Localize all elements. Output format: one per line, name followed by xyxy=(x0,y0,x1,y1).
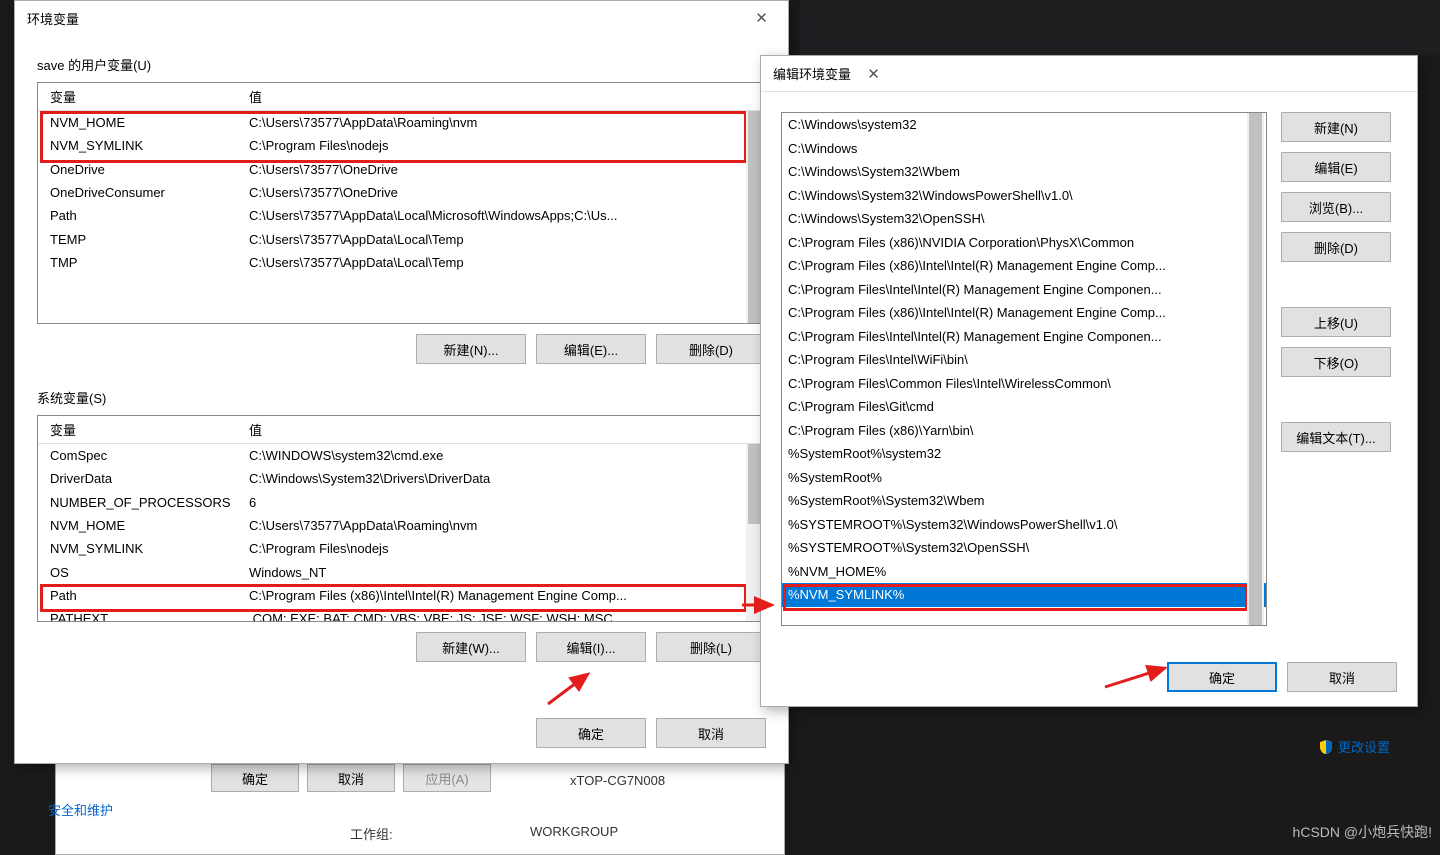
sys-delete-button[interactable]: 删除(L) xyxy=(656,632,766,662)
table-row[interactable]: OSWindows_NT xyxy=(38,560,765,583)
path-entries-list[interactable]: C:\Windows\system32C:\WindowsC:\Windows\… xyxy=(781,112,1267,626)
under-apply-button: 应用(A) xyxy=(403,764,491,792)
list-item[interactable]: C:\Windows\System32\Wbem xyxy=(782,160,1266,184)
column-header-value[interactable]: 值 xyxy=(249,87,765,106)
list-item[interactable]: %NVM_SYMLINK% xyxy=(782,583,1266,607)
system-vars-table[interactable]: 变量 值 ComSpecC:\WINDOWS\system32\cmd.exeD… xyxy=(37,415,766,622)
table-row[interactable]: TEMPC:\Users\73577\AppData\Local\Temp xyxy=(38,227,765,250)
shield-icon xyxy=(1318,739,1334,755)
env-ok-button[interactable]: 确定 xyxy=(536,718,646,748)
security-link-partial: 安全和维护 xyxy=(48,800,113,819)
user-vars-label: save 的用户变量(U) xyxy=(37,55,766,74)
underlying-system-properties: 确定 取消 应用(A) xyxy=(55,755,785,855)
list-item[interactable]: C:\Program Files\Common Files\Intel\Wire… xyxy=(782,372,1266,396)
table-row[interactable]: ComSpecC:\WINDOWS\system32\cmd.exe xyxy=(38,444,765,467)
list-item[interactable]: %SystemRoot% xyxy=(782,466,1266,490)
list-item[interactable]: %SystemRoot%\system32 xyxy=(782,442,1266,466)
path-move-up-button[interactable]: 上移(U) xyxy=(1281,307,1391,337)
table-row[interactable]: NVM_SYMLINKC:\Program Files\nodejs xyxy=(38,134,765,157)
environment-variables-dialog: 环境变量 ✕ save 的用户变量(U) 变量 值 NVM_HOMEC:\Use… xyxy=(14,0,789,764)
table-row[interactable]: OneDriveC:\Users\73577\OneDrive xyxy=(38,158,765,181)
table-row[interactable]: DriverDataC:\Windows\System32\Drivers\Dr… xyxy=(38,467,765,490)
table-row[interactable]: NVM_SYMLINKC:\Program Files\nodejs xyxy=(38,537,765,560)
list-item[interactable]: %SYSTEMROOT%\System32\OpenSSH\ xyxy=(782,536,1266,560)
user-vars-table[interactable]: 变量 值 NVM_HOMEC:\Users\73577\AppData\Roam… xyxy=(37,82,766,324)
list-item[interactable]: C:\Windows\System32\OpenSSH\ xyxy=(782,207,1266,231)
table-row[interactable]: TMPC:\Users\73577\AppData\Local\Temp xyxy=(38,251,765,274)
list-item[interactable]: C:\Windows\System32\WindowsPowerShell\v1… xyxy=(782,184,1266,208)
close-icon[interactable]: ✕ xyxy=(739,3,784,33)
list-item[interactable]: C:\Windows xyxy=(782,137,1266,161)
edit-cancel-button[interactable]: 取消 xyxy=(1287,662,1397,692)
path-delete-button[interactable]: 删除(D) xyxy=(1281,232,1391,262)
table-row[interactable]: OneDriveConsumerC:\Users\73577\OneDrive xyxy=(38,181,765,204)
list-item[interactable]: %SYSTEMROOT%\System32\WindowsPowerShell\… xyxy=(782,513,1266,537)
table-row[interactable]: NUMBER_OF_PROCESSORS6 xyxy=(38,491,765,514)
list-item[interactable]: C:\Program Files (x86)\Intel\Intel(R) Ma… xyxy=(782,301,1266,325)
change-settings-text: 更改设置 xyxy=(1338,737,1390,756)
user-new-button[interactable]: 新建(N)... xyxy=(416,334,526,364)
table-row[interactable]: NVM_HOMEC:\Users\73577\AppData\Roaming\n… xyxy=(38,111,765,134)
list-item[interactable]: %NVM_HOME% xyxy=(782,560,1266,584)
list-item[interactable]: C:\Program Files (x86)\Intel\Intel(R) Ma… xyxy=(782,254,1266,278)
workgroup-label: 工作组: xyxy=(350,824,393,843)
close-icon[interactable]: ✕ xyxy=(851,59,896,89)
list-item[interactable]: C:\Program Files\Intel\WiFi\bin\ xyxy=(782,348,1266,372)
table-row[interactable]: PathC:\Users\73577\AppData\Local\Microso… xyxy=(38,204,765,227)
list-item[interactable]: C:\Program Files\Intel\Intel(R) Manageme… xyxy=(782,325,1266,349)
path-move-down-button[interactable]: 下移(O) xyxy=(1281,347,1391,377)
desktop-name-fragment: xTOP-CG7N008 xyxy=(570,773,665,788)
column-header-value[interactable]: 值 xyxy=(249,420,765,439)
env-cancel-button[interactable]: 取消 xyxy=(656,718,766,748)
env-dialog-title: 环境变量 xyxy=(27,9,739,28)
table-row[interactable]: PATHEXT.COM;.EXE;.BAT;.CMD;.VBS;.VBE;.JS… xyxy=(38,607,765,622)
column-header-variable[interactable]: 变量 xyxy=(38,420,249,439)
user-delete-button[interactable]: 删除(D) xyxy=(656,334,766,364)
table-row[interactable]: PathC:\Program Files (x86)\Intel\Intel(R… xyxy=(38,584,765,607)
list-item[interactable]: C:\Program Files\Intel\Intel(R) Manageme… xyxy=(782,278,1266,302)
system-vars-label: 系统变量(S) xyxy=(37,388,766,407)
list-item[interactable]: %SystemRoot%\System32\Wbem xyxy=(782,489,1266,513)
path-edit-button[interactable]: 编辑(E) xyxy=(1281,152,1391,182)
table-row[interactable]: NVM_HOMEC:\Users\73577\AppData\Roaming\n… xyxy=(38,514,765,537)
under-ok-button[interactable]: 确定 xyxy=(211,764,299,792)
workgroup-value: WORKGROUP xyxy=(530,824,618,839)
list-item[interactable]: C:\Program Files (x86)\Yarn\bin\ xyxy=(782,419,1266,443)
under-cancel-button[interactable]: 取消 xyxy=(307,764,395,792)
path-edit-text-button[interactable]: 编辑文本(T)... xyxy=(1281,422,1391,452)
column-header-variable[interactable]: 变量 xyxy=(38,87,249,106)
edit-environment-variable-dialog: 编辑环境变量 ✕ C:\Windows\system32C:\WindowsC:… xyxy=(760,55,1418,707)
watermark-text: hCSDN @小炮兵快跑! xyxy=(1293,822,1432,842)
list-item[interactable]: C:\Windows\system32 xyxy=(782,113,1266,137)
user-edit-button[interactable]: 编辑(E)... xyxy=(536,334,646,364)
list-item[interactable]: C:\Program Files (x86)\NVIDIA Corporatio… xyxy=(782,231,1266,255)
sys-new-button[interactable]: 新建(W)... xyxy=(416,632,526,662)
path-new-button[interactable]: 新建(N) xyxy=(1281,112,1391,142)
edit-ok-button[interactable]: 确定 xyxy=(1167,662,1277,692)
list-item[interactable]: C:\Program Files\Git\cmd xyxy=(782,395,1266,419)
sys-edit-button[interactable]: 编辑(I)... xyxy=(536,632,646,662)
change-settings-link[interactable]: 更改设置 xyxy=(1318,735,1424,758)
edit-dialog-title: 编辑环境变量 xyxy=(773,64,851,83)
path-browse-button[interactable]: 浏览(B)... xyxy=(1281,192,1391,222)
